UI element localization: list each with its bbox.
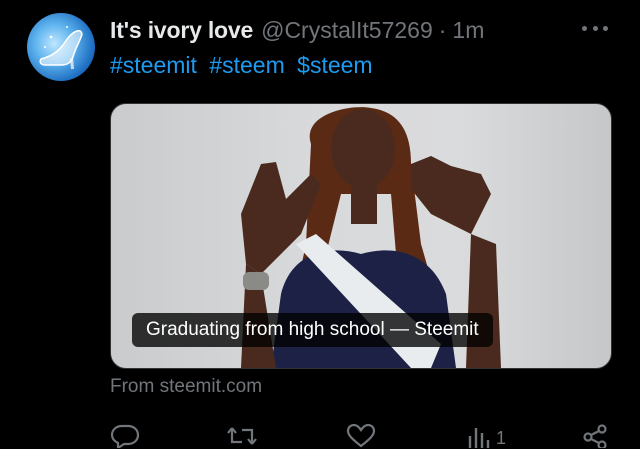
tweet-header: It's ivory love @CrystalIt57269 · 1m <box>110 14 484 46</box>
like-button[interactable] <box>346 424 376 448</box>
share-button[interactable] <box>582 424 608 448</box>
views-button[interactable]: 1 <box>466 424 506 449</box>
header-separator: · <box>438 16 447 43</box>
card-source[interactable]: From steemit.com <box>110 376 262 398</box>
card-caption: Graduating from high school — Steemit <box>132 313 493 347</box>
hashtag-link[interactable]: #steemit <box>110 52 197 78</box>
retweet-button[interactable] <box>226 424 258 448</box>
author-name[interactable]: It's ivory love <box>110 17 253 44</box>
reply-icon <box>110 424 140 448</box>
share-icon <box>583 424 607 448</box>
cashtag-link[interactable]: $steem <box>297 52 372 78</box>
like-icon <box>346 424 376 448</box>
views-icon <box>468 428 490 448</box>
link-card[interactable]: Graduating from high school — Steemit <box>110 103 612 369</box>
tweet-text: #steemit #steem $steem <box>110 52 379 79</box>
tweet-timestamp[interactable]: 1m <box>452 17 484 44</box>
reply-button[interactable] <box>110 424 140 448</box>
more-options-button[interactable] <box>582 15 608 41</box>
glass-slipper-icon <box>39 26 83 69</box>
author-handle[interactable]: @CrystalIt57269 <box>261 17 433 44</box>
retweet-icon <box>227 427 257 445</box>
tweet-actions: 1 <box>110 420 610 448</box>
views-count: 1 <box>496 428 507 448</box>
hashtag-link[interactable]: #steem <box>209 52 284 78</box>
author-avatar[interactable] <box>27 13 95 81</box>
more-dots-icon <box>582 25 587 31</box>
